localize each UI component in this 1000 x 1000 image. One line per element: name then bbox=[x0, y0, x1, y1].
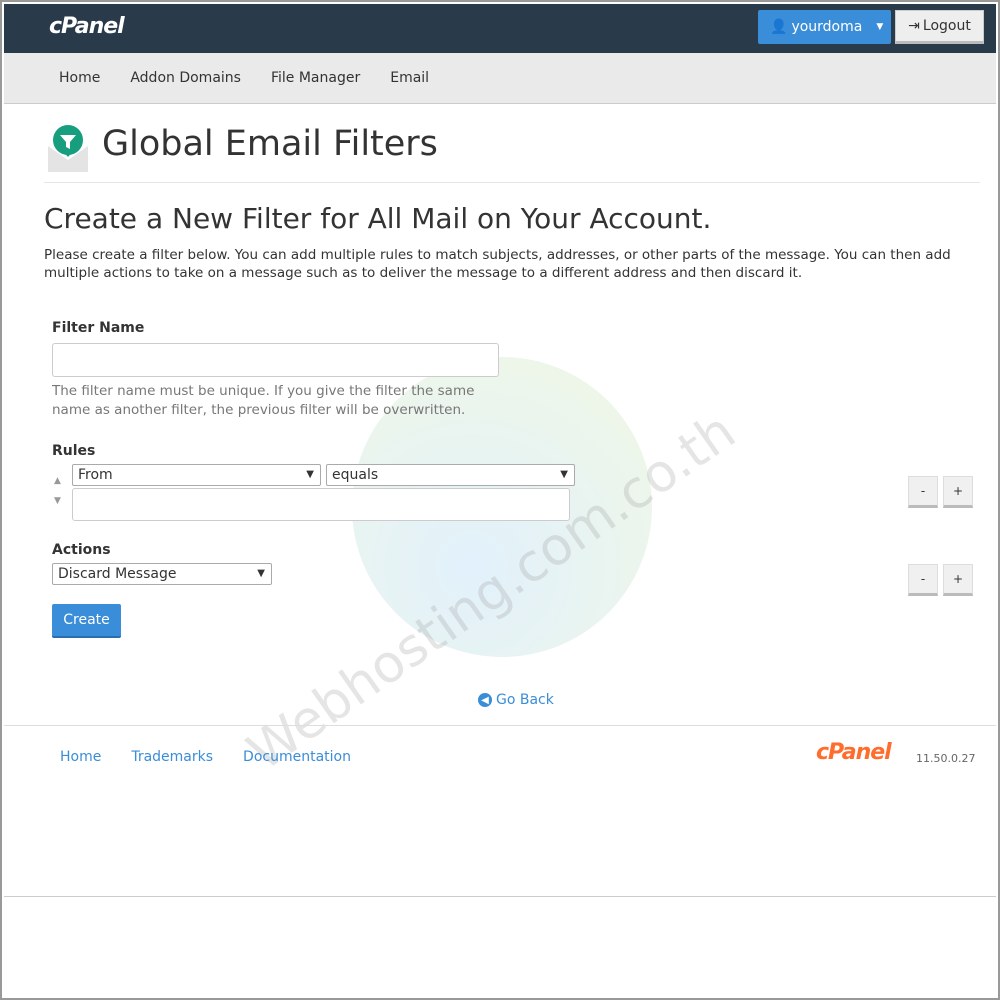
cpanel-logo[interactable]: cPanel bbox=[49, 14, 125, 39]
rule-field-value: From bbox=[78, 467, 113, 483]
dropdown-arrow-icon: ▼ bbox=[560, 469, 568, 480]
page-description: Please create a filter below. You can ad… bbox=[44, 247, 951, 281]
remove-action-button[interactable]: - bbox=[908, 564, 938, 596]
create-button[interactable]: Create bbox=[52, 604, 121, 638]
remove-rule-button[interactable]: - bbox=[908, 476, 938, 508]
user-menu-button[interactable]: 👤 yourdoma ▼ bbox=[758, 10, 891, 44]
logout-icon: ⇥ bbox=[908, 18, 920, 34]
move-up-icon[interactable]: ▲ bbox=[54, 476, 61, 486]
footer-trademarks-link[interactable]: Trademarks bbox=[131, 749, 213, 765]
rule-value-input[interactable] bbox=[72, 488, 570, 521]
arrow-left-circle-icon: ◀ bbox=[478, 693, 492, 707]
action-select[interactable]: Discard Message ▼ bbox=[52, 563, 272, 585]
divider bbox=[44, 182, 980, 183]
nav-file-manager[interactable]: File Manager bbox=[271, 70, 360, 86]
dropdown-arrow-icon: ▼ bbox=[257, 568, 265, 579]
add-action-button[interactable]: + bbox=[943, 564, 973, 596]
go-back-link[interactable]: ◀ Go Back bbox=[478, 692, 554, 708]
footer-links: Home Trademarks Documentation bbox=[60, 749, 351, 765]
move-down-icon[interactable]: ▼ bbox=[54, 496, 61, 506]
rule-operator-select[interactable]: equals ▼ bbox=[326, 464, 575, 486]
bottom-divider bbox=[4, 896, 996, 897]
page-title: Global Email Filters bbox=[102, 124, 438, 164]
footer-divider bbox=[4, 725, 996, 726]
top-bar: cPanel 👤 yourdoma ▼ ⇥ Logout bbox=[4, 4, 996, 53]
caret-down-icon: ▼ bbox=[876, 22, 884, 32]
footer-home-link[interactable]: Home bbox=[60, 749, 101, 765]
logout-button[interactable]: ⇥ Logout bbox=[895, 10, 984, 44]
action-value: Discard Message bbox=[58, 566, 177, 582]
username: yourdoma bbox=[791, 19, 863, 35]
rules-label: Rules bbox=[52, 443, 96, 459]
email-filter-icon bbox=[48, 125, 88, 172]
version: 11.50.0.27 bbox=[916, 752, 976, 765]
footer-cpanel-logo: cPanel bbox=[816, 740, 892, 765]
nav-addon-domains[interactable]: Addon Domains bbox=[130, 70, 241, 86]
breadcrumb-nav: Home Addon Domains File Manager Email bbox=[4, 53, 996, 104]
filter-name-help: The filter name must be unique. If you g… bbox=[52, 383, 475, 418]
go-back-label: Go Back bbox=[496, 692, 554, 708]
section-heading: Create a New Filter for All Mail on Your… bbox=[44, 202, 712, 235]
user-icon: 👤 bbox=[770, 19, 788, 35]
rule-operator-value: equals bbox=[332, 467, 379, 483]
add-rule-button[interactable]: + bbox=[943, 476, 973, 508]
footer-documentation-link[interactable]: Documentation bbox=[243, 749, 351, 765]
actions-label: Actions bbox=[52, 542, 111, 558]
dropdown-arrow-icon: ▼ bbox=[306, 469, 314, 480]
nav-email[interactable]: Email bbox=[390, 70, 429, 86]
logout-label: Logout bbox=[922, 18, 971, 34]
rule-field-select[interactable]: From ▼ bbox=[72, 464, 321, 486]
nav-home[interactable]: Home bbox=[59, 70, 100, 86]
filter-name-label: Filter Name bbox=[52, 320, 145, 336]
filter-name-input[interactable] bbox=[52, 343, 499, 377]
